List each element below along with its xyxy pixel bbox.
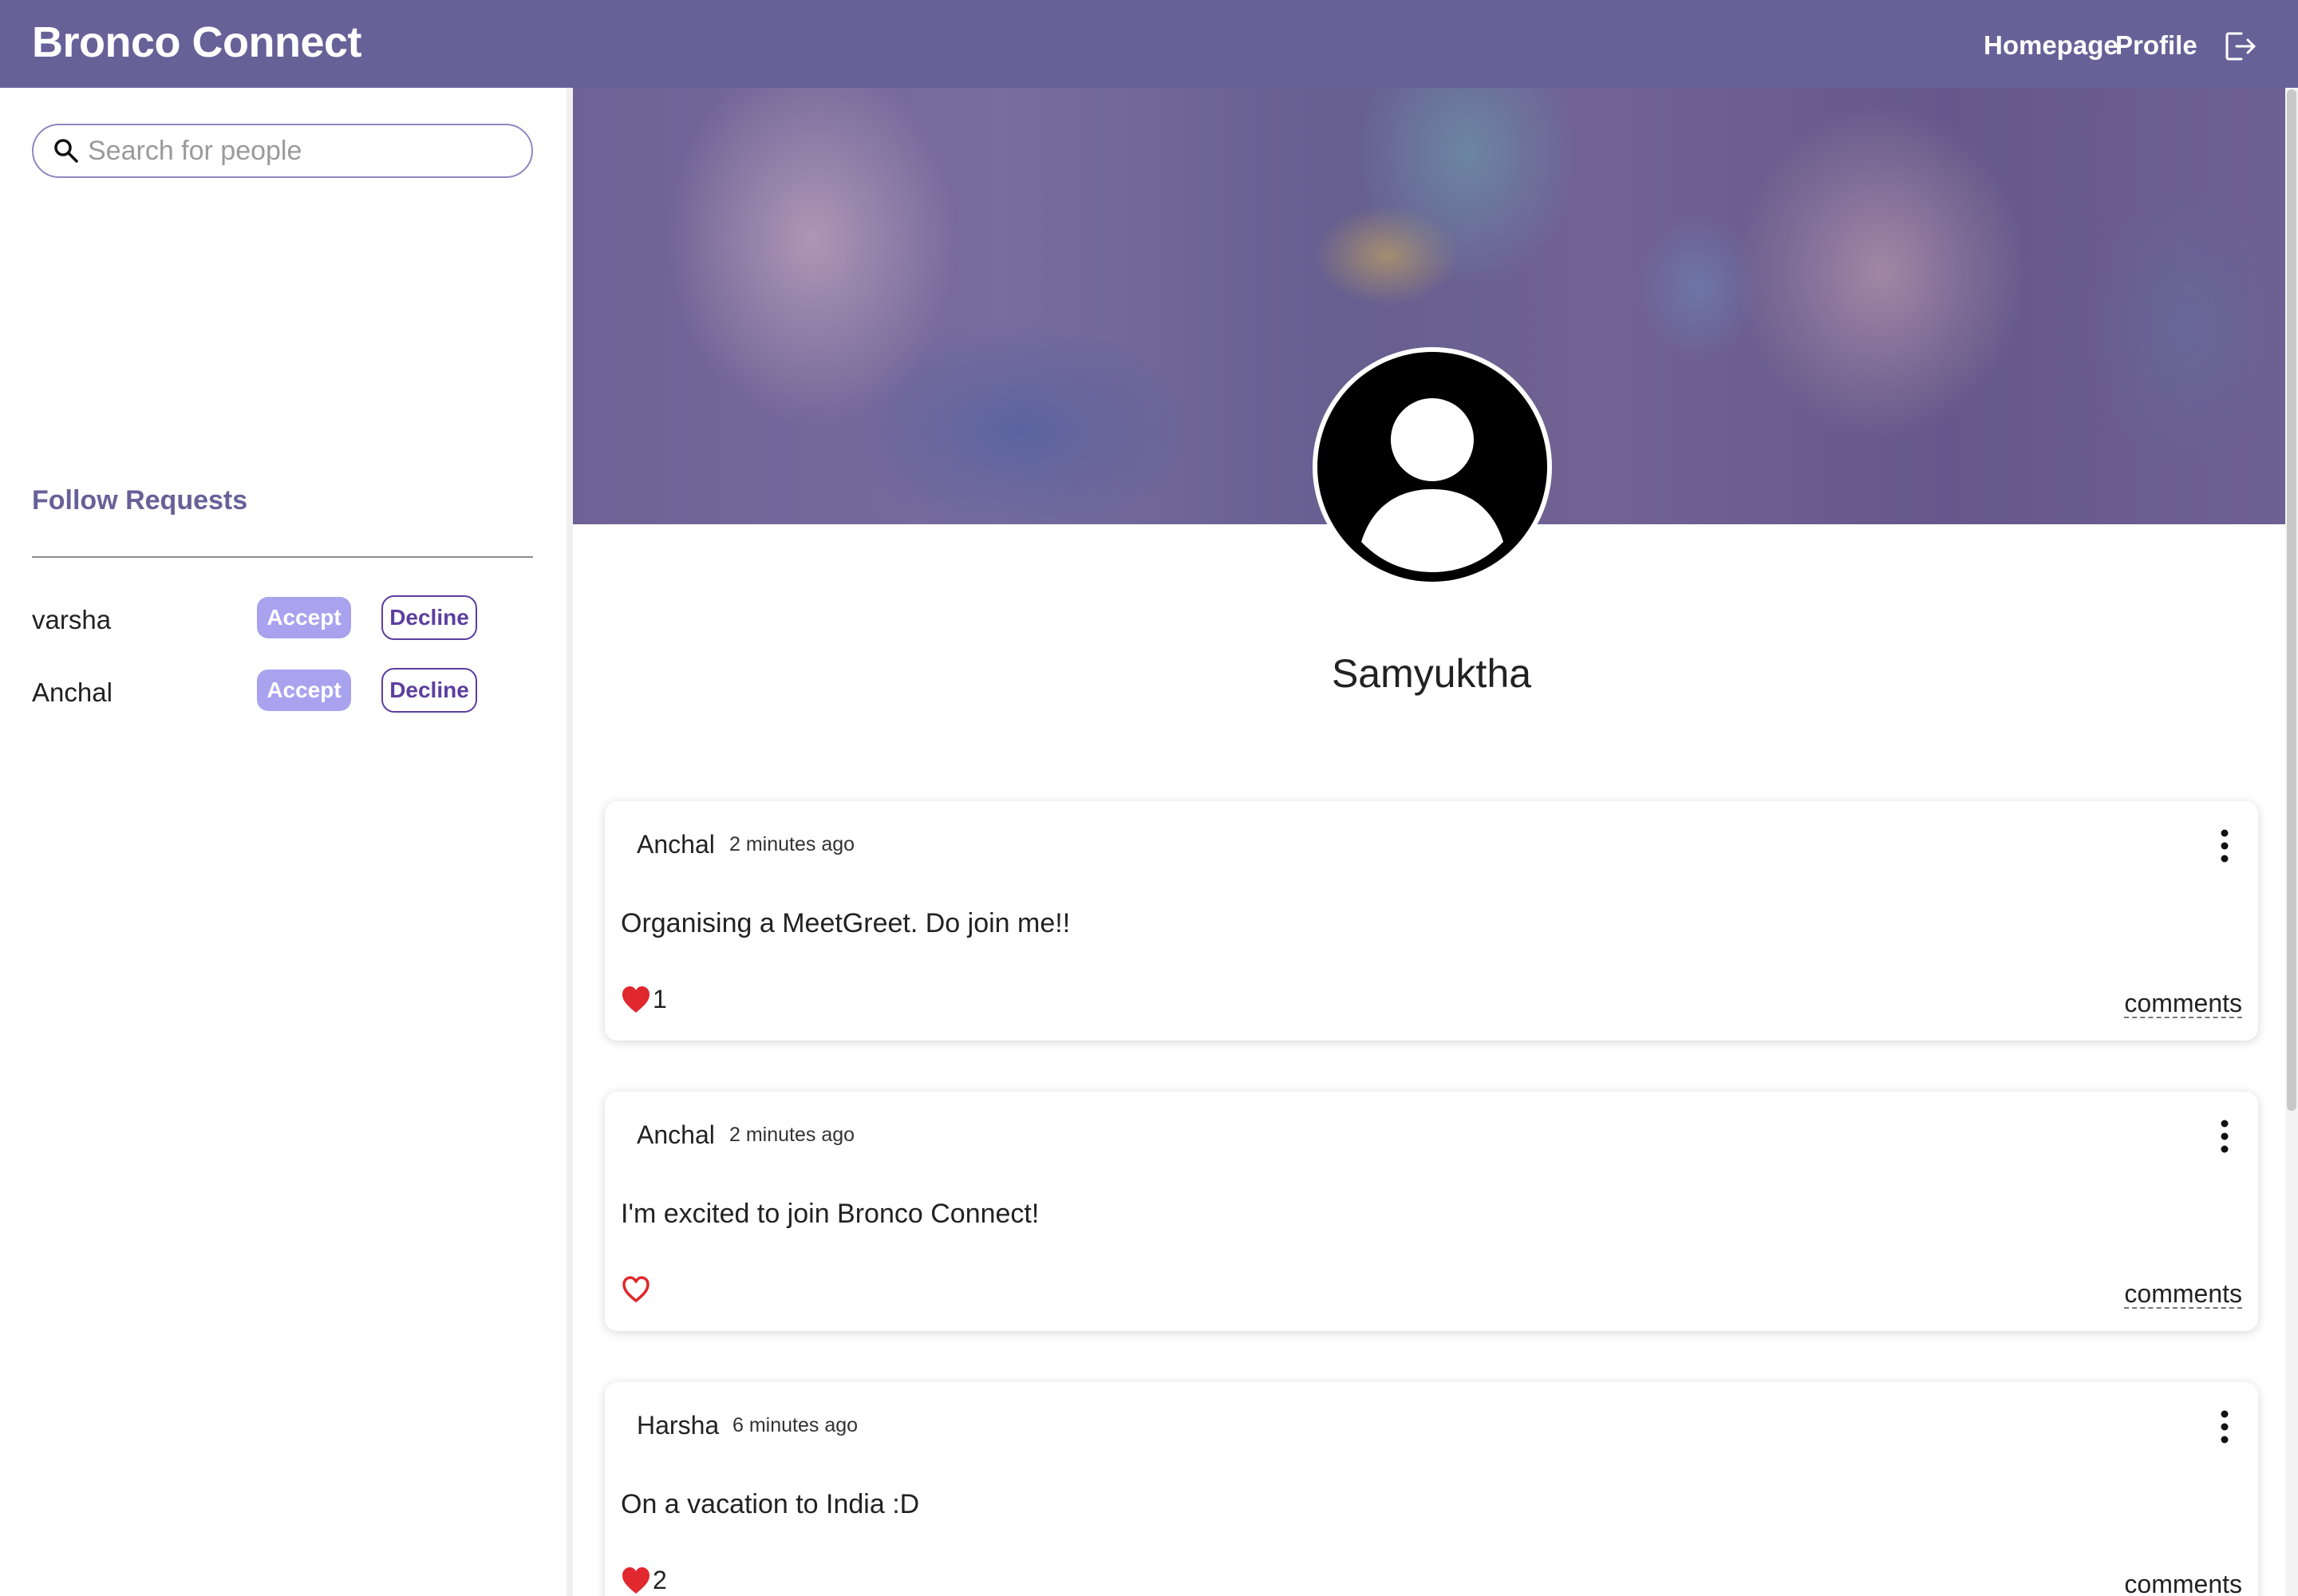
sidebar: Follow Requests varsha Accept Decline An… xyxy=(0,88,567,1596)
follow-request-row: varsha Accept Decline xyxy=(32,595,533,645)
search-icon xyxy=(54,139,78,163)
post-text: On a vacation to India :D xyxy=(621,1489,920,1519)
brand-title[interactable]: Bronco Connect xyxy=(32,18,362,67)
like-button[interactable]: 1 xyxy=(621,985,667,1014)
search-input[interactable] xyxy=(88,135,519,167)
user-avatar-icon xyxy=(1317,352,1547,582)
comments-link[interactable]: comments xyxy=(2124,1570,2242,1596)
nav-homepage-link[interactable]: Homepage xyxy=(1984,30,2118,61)
heart-filled-icon xyxy=(622,1566,650,1594)
like-button[interactable] xyxy=(621,1275,653,1304)
post-card: Anchal 2 minutes ago I'm excited to join… xyxy=(605,1092,2258,1331)
scrollbar-thumb[interactable] xyxy=(2287,89,2296,1111)
accept-button[interactable]: Accept xyxy=(257,597,351,638)
comments-link[interactable]: comments xyxy=(2124,1280,2242,1309)
divider xyxy=(32,556,533,558)
more-options-icon[interactable] xyxy=(2217,828,2233,863)
search-box[interactable] xyxy=(32,124,533,178)
post-timestamp: 6 minutes ago xyxy=(732,1414,859,1436)
sidebar-divider xyxy=(567,88,573,1596)
nav-profile-link[interactable]: Profile xyxy=(2115,30,2197,61)
follow-request-name: Anchal xyxy=(32,678,113,707)
post-author[interactable]: Anchal xyxy=(637,1120,715,1150)
post-author[interactable]: Anchal xyxy=(637,830,715,859)
profile-name: Samyuktha xyxy=(1331,651,1532,696)
follow-requests-title: Follow Requests xyxy=(32,485,248,516)
accept-button[interactable]: Accept xyxy=(257,670,351,711)
more-options-icon[interactable] xyxy=(2217,1409,2233,1444)
profile-avatar xyxy=(1313,347,1552,587)
post-text: Organising a MeetGreet. Do join me!! xyxy=(621,908,1071,938)
heart-outline-icon xyxy=(622,1276,650,1302)
more-options-icon[interactable] xyxy=(2217,1119,2233,1154)
decline-button[interactable]: Decline xyxy=(381,668,477,713)
like-button[interactable]: 2 xyxy=(621,1566,667,1595)
follow-request-row: Anchal Accept Decline xyxy=(32,668,533,717)
like-count: 1 xyxy=(653,985,667,1013)
follow-request-name: varsha xyxy=(32,605,112,634)
post-author[interactable]: Harsha xyxy=(637,1411,719,1440)
profile-main: Samyuktha Anchal 2 minutes ago Organisin… xyxy=(573,88,2290,1596)
heart-filled-icon xyxy=(622,986,650,1013)
post-timestamp: 2 minutes ago xyxy=(729,1124,855,1146)
decline-button[interactable]: Decline xyxy=(381,595,477,640)
post-timestamp: 2 minutes ago xyxy=(729,833,855,855)
post-text: I'm excited to join Bronco Connect! xyxy=(621,1199,1040,1229)
like-count: 2 xyxy=(653,1566,667,1594)
top-navbar: Bronco Connect Homepage Profile xyxy=(0,0,2298,88)
comments-link[interactable]: comments xyxy=(2124,990,2242,1018)
post-card: Anchal 2 minutes ago Organising a MeetGr… xyxy=(605,801,2258,1041)
post-card: Harsha 6 minutes ago On a vacation to In… xyxy=(605,1382,2258,1596)
logout-icon[interactable] xyxy=(2222,29,2257,64)
